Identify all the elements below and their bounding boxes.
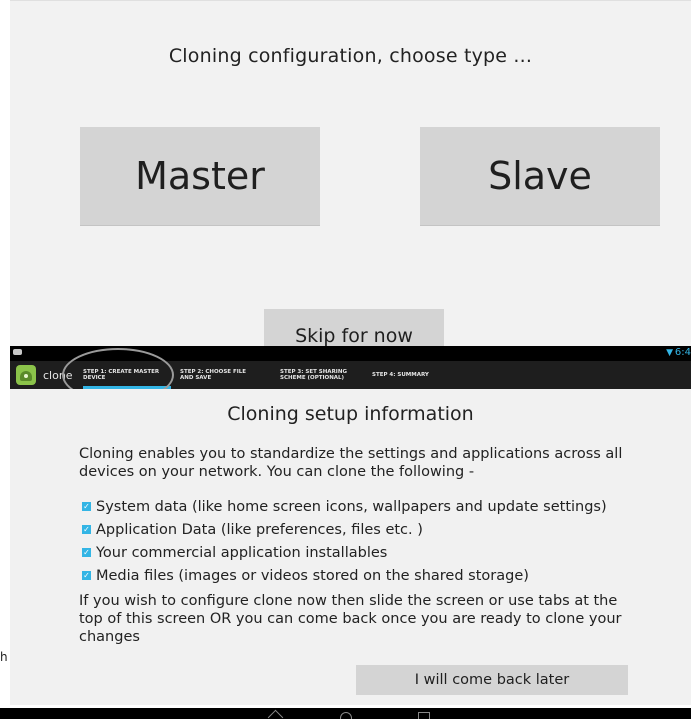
feature-label: System data (like home screen icons, wal… bbox=[96, 498, 607, 515]
setup-info-screen: Cloning setup information Cloning enable… bbox=[10, 389, 691, 705]
app-name: clone bbox=[43, 369, 73, 382]
checkbox-checked-icon: ✓ bbox=[82, 525, 91, 534]
wifi-icon: ▼ bbox=[666, 348, 673, 358]
skip-for-now-button[interactable]: Skip for now bbox=[264, 309, 444, 347]
back-icon[interactable] bbox=[267, 709, 284, 719]
feature-label: Application Data (like preferences, file… bbox=[96, 521, 423, 538]
checkbox-checked-icon: ✓ bbox=[82, 502, 91, 511]
tab-step-2[interactable]: STEP 2: CHOOSE FILE AND SAVE bbox=[180, 361, 260, 389]
feature-label: Media files (images or videos stored on … bbox=[96, 567, 529, 584]
clone-type-screen: Cloning configuration, choose type ... M… bbox=[10, 0, 691, 347]
stray-text: h bbox=[0, 650, 8, 664]
tab-step-1[interactable]: STEP 1: CREATE MASTER DEVICE bbox=[83, 361, 171, 389]
android-clone-icon[interactable] bbox=[16, 365, 36, 385]
status-clock: 6:4 bbox=[674, 347, 691, 358]
checkbox-checked-icon: ✓ bbox=[82, 548, 91, 557]
feature-item: ✓ Media files (images or videos stored o… bbox=[82, 564, 642, 587]
action-bar: clone STEP 1: CREATE MASTER DEVICE STEP … bbox=[10, 361, 691, 389]
feature-item: ✓ Application Data (like preferences, fi… bbox=[82, 518, 642, 541]
feature-item: ✓ Your commercial application installabl… bbox=[82, 541, 642, 564]
setup-intro: Cloning enables you to standardize the s… bbox=[79, 446, 623, 480]
tab-step-3[interactable]: STEP 3: SET SHARING SCHEME (OPTIONAL) bbox=[280, 361, 368, 389]
status-bar: ▼ 6:4 bbox=[10, 346, 691, 361]
feature-item: ✓ System data (like home screen icons, w… bbox=[82, 495, 642, 518]
slave-button[interactable]: Slave bbox=[420, 127, 660, 226]
clone-type-title: Cloning configuration, choose type ... bbox=[168, 45, 533, 67]
checkbox-checked-icon: ✓ bbox=[82, 571, 91, 580]
setup-outro: If you wish to configure clone now then … bbox=[79, 593, 622, 645]
tab-step-4[interactable]: STEP 4: SUMMARY bbox=[372, 361, 452, 389]
master-button[interactable]: Master bbox=[80, 127, 320, 226]
home-icon[interactable] bbox=[340, 712, 352, 719]
setup-title: Cloning setup information bbox=[227, 403, 474, 425]
recent-apps-icon[interactable] bbox=[418, 712, 430, 719]
feature-label: Your commercial application installables bbox=[96, 544, 388, 561]
system-nav-bar bbox=[0, 708, 691, 719]
come-back-later-button[interactable]: I will come back later bbox=[356, 665, 628, 695]
feature-list: ✓ System data (like home screen icons, w… bbox=[82, 495, 642, 587]
notification-icon bbox=[13, 349, 22, 355]
